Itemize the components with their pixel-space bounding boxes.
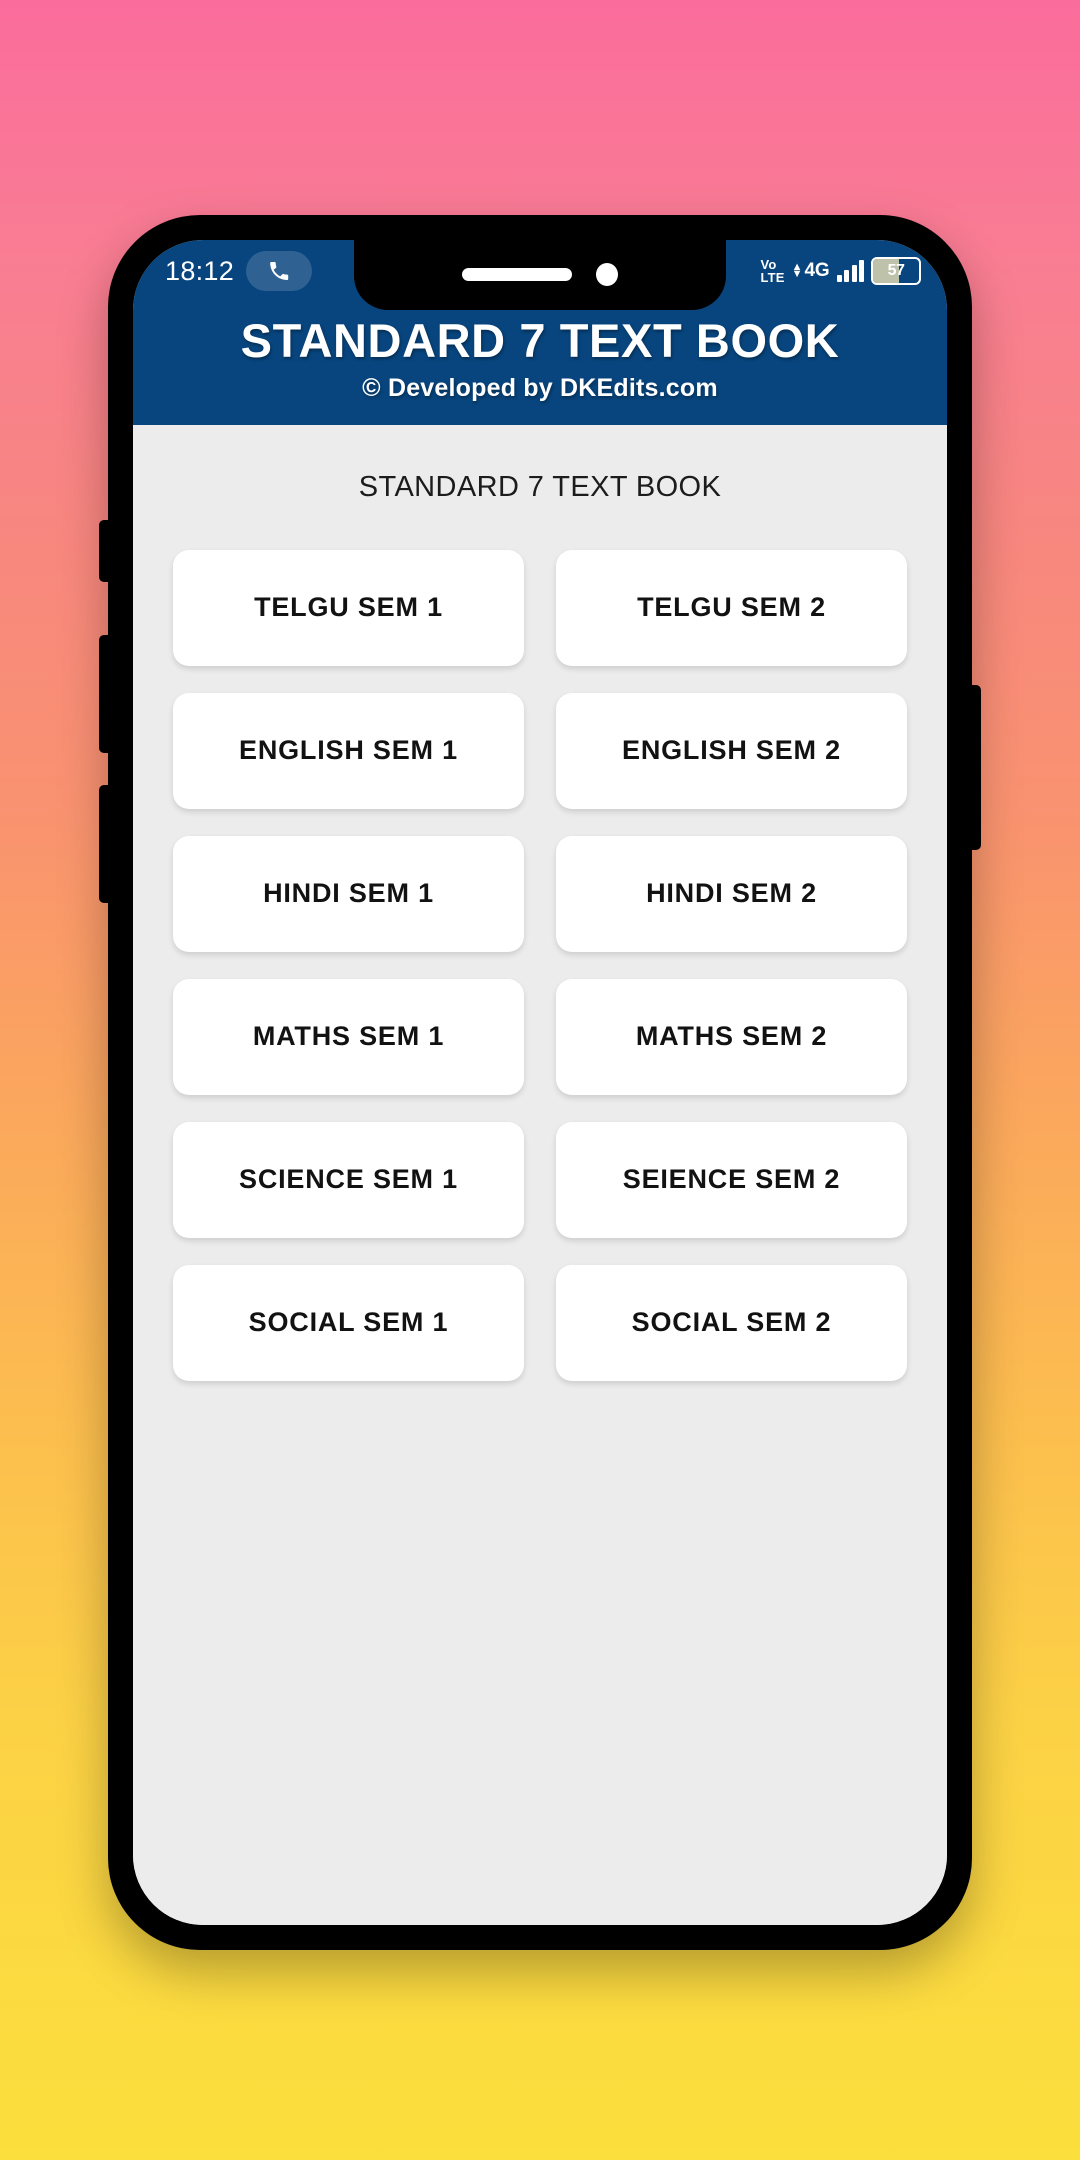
tile-hindi-sem-1[interactable]: HINDI SEM 1 — [173, 835, 524, 952]
mute-switch-button[interactable] — [99, 520, 110, 582]
tile-science-sem-2[interactable]: SEIENCE SEM 2 — [556, 1121, 907, 1238]
status-clock: 18:12 — [165, 255, 235, 286]
tile-label: SCIENCE SEM 1 — [239, 1164, 458, 1195]
tile-label: MATHS SEM 1 — [252, 1021, 445, 1052]
tile-telgu-sem-2[interactable]: TELGU SEM 2 — [556, 549, 907, 666]
tile-maths-sem-1[interactable]: MATHS SEM 1 — [173, 978, 524, 1095]
volume-up-button[interactable] — [99, 635, 110, 753]
app-subtitle: © Developed by DKEdits.com — [362, 373, 718, 402]
display-notch — [354, 240, 726, 310]
tile-science-sem-1[interactable]: SCIENCE SEM 1 — [173, 1121, 524, 1238]
phone-screen: 18:12 Vo LTE ▲ ▼ 4G 57 STANDARD 7 TEXT B… — [133, 240, 947, 1925]
tile-label: MATHS SEM 2 — [635, 1021, 828, 1052]
battery-percent-label: 57 — [887, 262, 905, 279]
tile-english-sem-1[interactable]: ENGLISH SEM 1 — [173, 692, 524, 809]
page-title: STANDARD 7 TEXT BOOK — [358, 470, 722, 503]
volte-top-text: Vo — [760, 256, 777, 272]
phone-device-frame: 18:12 Vo LTE ▲ ▼ 4G 57 STANDARD 7 TEXT B… — [99, 215, 981, 1950]
app-bar: STANDARD 7 TEXT BOOK © Developed by DKEd… — [133, 302, 947, 425]
network-type-label: 4G — [804, 260, 830, 281]
volte-bottom-text: LTE — [760, 270, 785, 285]
tile-label: HINDI SEM 1 — [263, 878, 434, 909]
tile-telgu-sem-1[interactable]: TELGU SEM 1 — [173, 549, 524, 666]
data-transfer-arrows-icon: ▲ ▼ — [791, 261, 803, 280]
signal-bars-icon — [836, 260, 864, 282]
battery-icon: 57 — [871, 257, 921, 285]
tile-label: TELGU SEM 2 — [637, 592, 826, 623]
mobile-network-indicator: ▲ ▼ 4G — [792, 260, 830, 282]
phone-call-icon[interactable] — [246, 251, 313, 291]
subject-tile-grid: TELGU SEM 1 TELGU SEM 2 ENGLISH SEM 1 EN… — [133, 504, 947, 1381]
power-button[interactable] — [970, 685, 981, 850]
wallpaper-backdrop: 18:12 Vo LTE ▲ ▼ 4G 57 STANDARD 7 TEXT B… — [0, 0, 1080, 2160]
volume-down-button[interactable] — [99, 785, 110, 903]
front-camera-icon — [596, 262, 618, 286]
tile-label: ENGLISH SEM 2 — [622, 735, 841, 766]
tile-maths-sem-2[interactable]: MATHS SEM 2 — [556, 978, 907, 1095]
tile-label: HINDI SEM 2 — [646, 878, 817, 909]
tile-label: SOCIAL SEM 2 — [631, 1307, 832, 1338]
main-content: STANDARD 7 TEXT BOOK TELGU SEM 1 TELGU S… — [133, 424, 947, 1925]
status-bar-right: Vo LTE ▲ ▼ 4G 57 — [760, 257, 921, 285]
tile-label: SOCIAL SEM 1 — [248, 1307, 449, 1338]
volte-icon: Vo LTE — [760, 256, 785, 285]
tile-english-sem-2[interactable]: ENGLISH SEM 2 — [556, 692, 907, 809]
status-bar: 18:12 Vo LTE ▲ ▼ 4G 57 — [133, 240, 947, 310]
earpiece-speaker-icon — [462, 267, 572, 281]
tile-social-sem-2[interactable]: SOCIAL SEM 2 — [556, 1264, 907, 1381]
tile-hindi-sem-2[interactable]: HINDI SEM 2 — [556, 835, 907, 952]
tile-label: ENGLISH SEM 1 — [239, 735, 458, 766]
tile-social-sem-1[interactable]: SOCIAL SEM 1 — [173, 1264, 524, 1381]
app-title: STANDARD 7 TEXT BOOK — [240, 314, 840, 367]
status-bar-left: 18:12 — [165, 251, 313, 291]
tile-label: SEIENCE SEM 2 — [622, 1164, 841, 1195]
tile-label: TELGU SEM 1 — [254, 592, 443, 623]
